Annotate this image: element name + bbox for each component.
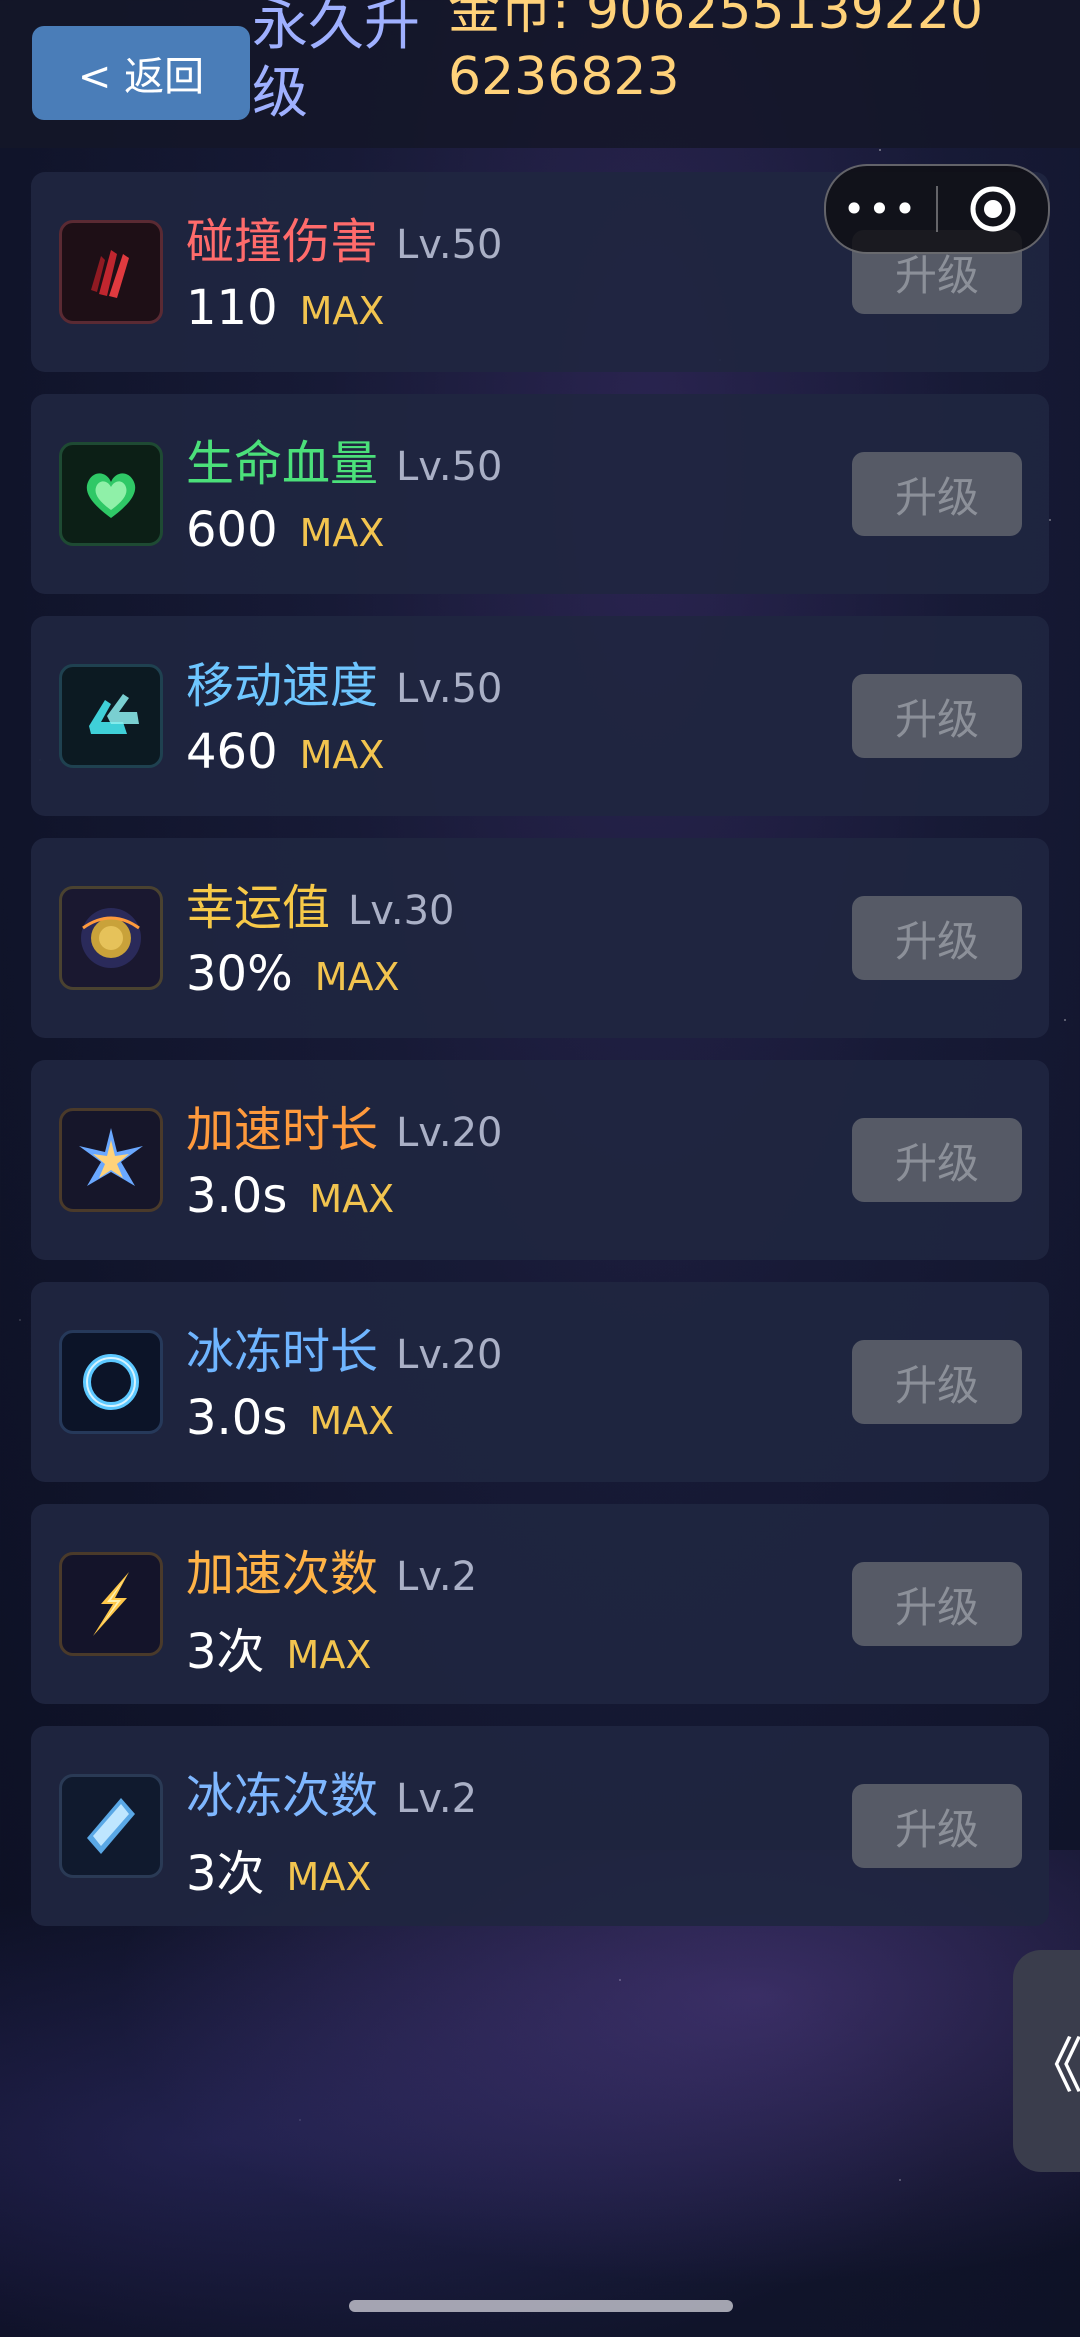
upgrade-button[interactable]: 升级 [852, 674, 1022, 758]
upgrade-value: 30% [186, 946, 293, 1002]
top-bar: < 返回 永久升级 金币: 9062551392206236823 [0, 0, 1080, 148]
upgrade-level: Lv.2 [396, 1776, 478, 1822]
ice-crystal-icon [59, 1774, 163, 1878]
upgrade-name: 移动速度 [186, 658, 379, 714]
page-title: 永久升级 [252, 0, 420, 126]
upgrade-name: 碰撞伤害 [186, 214, 379, 270]
more-dots-icon[interactable]: ••• [826, 166, 936, 252]
upgrade-name: 冰冻次数 [186, 1768, 379, 1824]
upgrade-name: 幸运值 [186, 880, 331, 936]
upgrade-value: 3.0s [186, 1168, 288, 1224]
miniprogram-capsule: ••• [824, 164, 1050, 254]
upgrade-card-health: 生命血量 Lv.50 600 MAX 升级 [31, 394, 1049, 594]
upgrade-name: 冰冻时长 [186, 1324, 379, 1380]
upgrade-level: Lv.20 [396, 1110, 503, 1156]
upgrade-level: Lv.30 [348, 888, 455, 934]
max-badge: MAX [314, 955, 400, 999]
upgrade-card-boost-duration: 加速时长 Lv.20 3.0s MAX 升级 [31, 1060, 1049, 1260]
max-badge: MAX [286, 1855, 372, 1899]
upgrade-card-freeze-duration: 冰冻时长 Lv.20 3.0s MAX 升级 [31, 1282, 1049, 1482]
upgrade-name: 加速时长 [186, 1102, 379, 1158]
upgrade-button[interactable]: 升级 [852, 1784, 1022, 1868]
upgrade-card-freeze-count: 冰冻次数 Lv.2 3次 MAX 升级 [31, 1726, 1049, 1926]
upgrade-level: Lv.50 [396, 666, 503, 712]
upgrade-value: 110 [186, 280, 278, 336]
coin-balance: 金币: 9062551392206236823 [448, 0, 984, 107]
max-badge: MAX [286, 1633, 372, 1677]
upgrade-button[interactable]: 升级 [852, 1118, 1022, 1202]
upgrade-name: 生命血量 [186, 436, 379, 492]
upgrade-card-move-speed: 移动速度 Lv.50 460 MAX 升级 [31, 616, 1049, 816]
speed-burst-icon [59, 1108, 163, 1212]
upgrade-value: 3次 [186, 1624, 265, 1680]
lightning-icon [59, 1552, 163, 1656]
upgrade-value: 3次 [186, 1846, 265, 1902]
back-button[interactable]: < 返回 [32, 26, 250, 120]
upgrade-value: 3.0s [186, 1390, 288, 1446]
upgrade-card-boost-count: 加速次数 Lv.2 3次 MAX 升级 [31, 1504, 1049, 1704]
upgrade-value: 600 [186, 502, 278, 558]
max-badge: MAX [309, 1177, 395, 1221]
upgrade-level: Lv.2 [396, 1554, 478, 1600]
home-indicator[interactable] [349, 2300, 733, 2312]
upgrade-value: 460 [186, 724, 278, 780]
max-badge: MAX [309, 1399, 395, 1443]
heart-icon [59, 442, 163, 546]
max-badge: MAX [299, 511, 385, 555]
upgrade-level: Lv.50 [396, 444, 503, 490]
upgrade-name: 加速次数 [186, 1546, 379, 1602]
upgrade-card-luck: 幸运值 Lv.30 30% MAX 升级 [31, 838, 1049, 1038]
target-close-icon[interactable] [938, 185, 1048, 233]
ice-ring-icon [59, 1330, 163, 1434]
max-badge: MAX [299, 289, 385, 333]
boots-icon [59, 664, 163, 768]
luck-orb-icon [59, 886, 163, 990]
upgrade-button[interactable]: 升级 [852, 896, 1022, 980]
upgrade-button[interactable]: 升级 [852, 1562, 1022, 1646]
collapse-chevron-icon[interactable]: 《 [1013, 1950, 1080, 2172]
max-badge: MAX [299, 733, 385, 777]
upgrade-level: Lv.50 [396, 222, 503, 268]
claw-icon [59, 220, 163, 324]
upgrade-button[interactable]: 升级 [852, 1340, 1022, 1424]
upgrade-button[interactable]: 升级 [852, 452, 1022, 536]
upgrade-level: Lv.20 [396, 1332, 503, 1378]
